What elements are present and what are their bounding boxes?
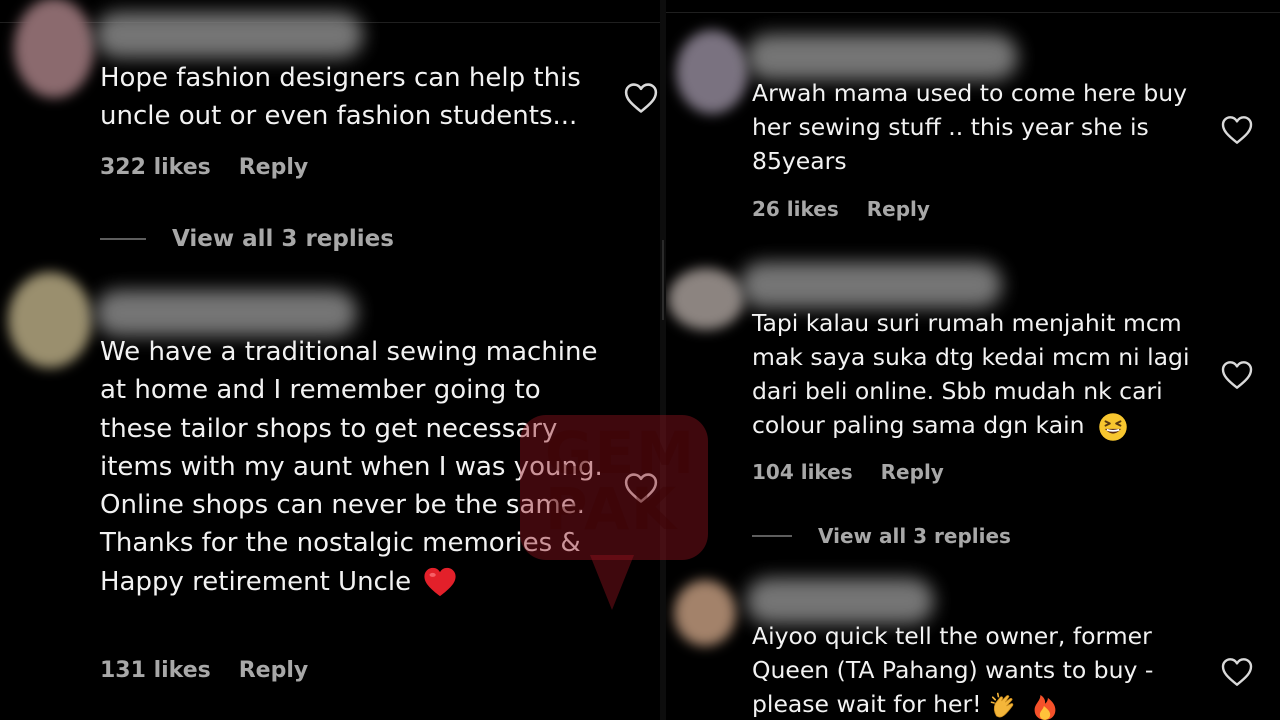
screenshot-composite: Hope fashion designers can help this unc… bbox=[0, 0, 1280, 720]
top-divider-line bbox=[666, 12, 1280, 13]
replies-dash bbox=[752, 535, 792, 537]
username-blurred[interactable] bbox=[95, 12, 363, 58]
reply-button[interactable]: Reply bbox=[239, 658, 309, 683]
comment-text: Hope fashion designers can help this unc… bbox=[100, 63, 581, 132]
avatar-blurred[interactable] bbox=[676, 30, 748, 114]
avatar-blurred[interactable] bbox=[14, 0, 94, 98]
view-replies-button[interactable]: View all 3 replies bbox=[100, 226, 394, 252]
reply-button[interactable]: Reply bbox=[881, 460, 944, 484]
watermark-logo-tail bbox=[590, 555, 634, 610]
username-blurred[interactable] bbox=[95, 290, 357, 336]
watermark-logo-text: GEM PAK bbox=[545, 419, 696, 543]
avatar-blurred[interactable] bbox=[8, 272, 92, 368]
comment-meta: 26 likes Reply bbox=[752, 197, 930, 221]
username-blurred[interactable] bbox=[746, 578, 934, 624]
comment-meta: 131 likes Reply bbox=[100, 658, 308, 683]
username-blurred[interactable] bbox=[746, 34, 1018, 80]
comment-text-body: Aiyoo quick tell the owner, former Queen… bbox=[752, 622, 1154, 718]
username-blurred[interactable] bbox=[740, 262, 1002, 308]
heart-outline-icon[interactable] bbox=[1221, 115, 1253, 145]
red-heart-emoji bbox=[424, 568, 456, 597]
heart-outline-icon[interactable] bbox=[624, 82, 658, 114]
like-count[interactable]: 322 likes bbox=[100, 155, 211, 180]
heart-outline-icon[interactable] bbox=[1221, 657, 1253, 687]
reply-button[interactable]: Reply bbox=[867, 197, 930, 221]
heart-outline-icon[interactable] bbox=[1221, 360, 1253, 390]
view-replies-label: View all 3 replies bbox=[172, 226, 394, 252]
avatar-blurred[interactable] bbox=[668, 268, 744, 330]
view-replies-label: View all 3 replies bbox=[818, 524, 1011, 548]
view-replies-button[interactable]: View all 3 replies bbox=[752, 524, 1011, 548]
fire-emoji bbox=[1034, 694, 1055, 720]
like-count[interactable]: 131 likes bbox=[100, 658, 211, 683]
comment-text: Tapi kalau suri rumah menjahit mcm mak s… bbox=[752, 306, 1222, 442]
left-comments-panel: Hope fashion designers can help this unc… bbox=[0, 0, 660, 720]
watermark-line-1: GEM bbox=[545, 419, 696, 487]
grinning-squint-emoji bbox=[1099, 412, 1127, 441]
clapping-hands-emoji bbox=[990, 692, 1014, 717]
comment-meta: 104 likes Reply bbox=[752, 460, 944, 484]
like-count[interactable]: 104 likes bbox=[752, 460, 853, 484]
watermark-line-2: PAK bbox=[545, 475, 679, 543]
like-count[interactable]: 26 likes bbox=[752, 197, 839, 221]
right-comments-panel: Arwah mama used to come here buy her sew… bbox=[666, 0, 1280, 720]
avatar-blurred[interactable] bbox=[674, 580, 736, 646]
reply-button[interactable]: Reply bbox=[239, 155, 309, 180]
comment-meta: 322 likes Reply bbox=[100, 155, 308, 180]
comment-text: Aiyoo quick tell the owner, former Queen… bbox=[752, 619, 1222, 720]
comment-text: Arwah mama used to come here buy her sew… bbox=[752, 79, 1188, 175]
replies-dash bbox=[100, 238, 146, 240]
